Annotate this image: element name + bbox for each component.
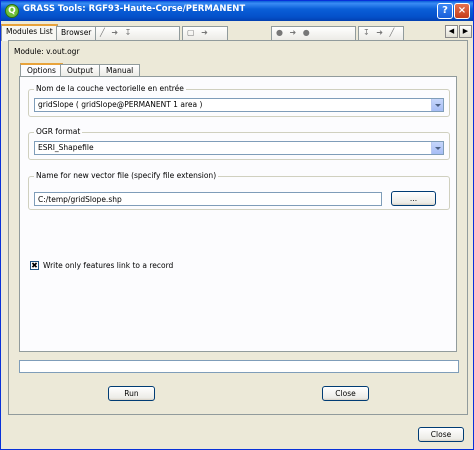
close-button[interactable]: Close xyxy=(418,427,464,442)
ogr-format-combo[interactable]: ESRI_Shapefile xyxy=(34,141,444,155)
input-layer-group: Nom de la couche vectorielle en entrée g… xyxy=(28,84,450,117)
chevron-down-icon[interactable] xyxy=(431,142,443,154)
write-linked-only-label: Write only features link to a record xyxy=(43,261,174,270)
input-layer-group-title: Nom de la couche vectorielle en entrée xyxy=(34,84,186,93)
chevron-down-icon[interactable] xyxy=(431,99,443,111)
tab-output[interactable]: Output xyxy=(60,64,101,76)
tab-scroll-left-button[interactable]: ◀ xyxy=(445,25,458,38)
options-panel: Nom de la couche vectorielle en entrée g… xyxy=(19,76,457,352)
ogr-format-group-title: OGR format xyxy=(34,127,83,136)
module-tab-icon: ╱ ➜ ↧ xyxy=(100,28,134,37)
module-tab-icon: ● ➜ ● xyxy=(276,28,312,37)
help-button[interactable]: ? xyxy=(437,3,453,19)
module-tab-icon: ↧ ➜ ╱ xyxy=(363,28,397,37)
write-linked-only-checkbox[interactable]: ✖ xyxy=(30,261,39,270)
window-title: GRASS Tools: RGF93-Haute-Corse/PERMANENT xyxy=(23,4,246,14)
title-bar[interactable]: Q GRASS Tools: RGF93-Haute-Corse/PERMANE… xyxy=(1,1,473,21)
module-panel: Module: v.out.ogr Options Output Manual … xyxy=(8,40,468,415)
tab-manual[interactable]: Manual xyxy=(99,64,141,76)
module-name-label: Module: v.out.ogr xyxy=(14,47,80,56)
run-button[interactable]: Run xyxy=(108,386,155,401)
tab-module-1[interactable]: ╱ ➜ ↧ xyxy=(95,26,180,40)
tab-scroll-right-button[interactable]: ▶ xyxy=(459,25,472,38)
tab-browser[interactable]: Browser xyxy=(56,26,97,40)
window-close-button[interactable]: × xyxy=(454,3,470,19)
input-layer-combo[interactable]: gridSlope ( gridSlope@PERMANENT 1 area ) xyxy=(34,98,444,112)
output-file-group: Name for new vector file (specify file e… xyxy=(28,171,450,210)
ogr-format-value: ESRI_Shapefile xyxy=(38,143,94,152)
tab-module-2[interactable]: ▢ ➜ ▢ xyxy=(182,26,228,49)
qgis-logo-icon: Q xyxy=(5,4,19,18)
browse-button[interactable]: ... xyxy=(391,191,436,206)
toolbox-tab-strip: Modules List Browser ╱ ➜ ↧ ▢ ➜ ▢ ● ➜ ● ↧… xyxy=(1,24,474,49)
grass-tools-window: Q GRASS Tools: RGF93-Haute-Corse/PERMANE… xyxy=(0,0,474,450)
input-layer-value: gridSlope ( gridSlope@PERMANENT 1 area ) xyxy=(38,100,203,109)
tab-modules-list[interactable]: Modules List xyxy=(1,24,58,41)
ogr-format-group: OGR format ESRI_Shapefile xyxy=(28,127,450,160)
tab-module-4[interactable]: ↧ ➜ ╱ xyxy=(358,26,404,40)
output-file-group-title: Name for new vector file (specify file e… xyxy=(34,171,219,180)
output-file-input[interactable] xyxy=(34,192,382,206)
close-module-button[interactable]: Close xyxy=(322,386,369,401)
progress-bar xyxy=(19,360,459,373)
tab-module-3[interactable]: ● ➜ ● xyxy=(271,26,356,40)
tab-options[interactable]: Options xyxy=(20,63,63,77)
